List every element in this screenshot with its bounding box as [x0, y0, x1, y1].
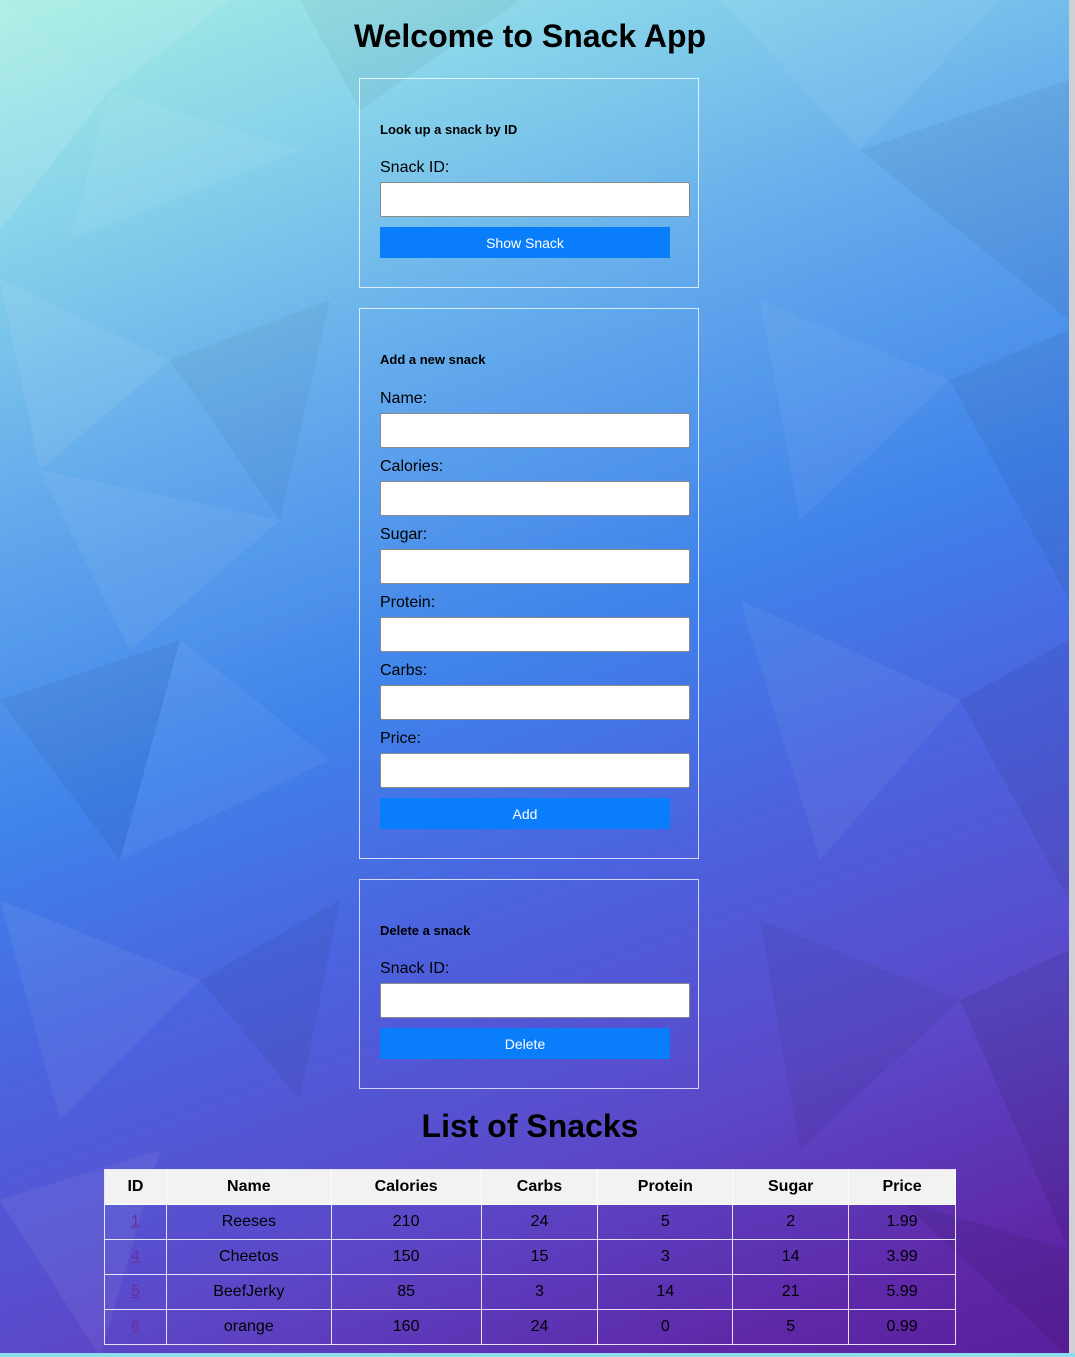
lookup-snack-id-input[interactable]	[380, 182, 690, 217]
table-row: 4 Cheetos 150 15 3 14 3.99	[104, 1239, 956, 1275]
snack-id-link[interactable]: 6	[131, 1318, 140, 1335]
name-input[interactable]	[380, 413, 690, 448]
cell-calories: 150	[330, 1239, 482, 1275]
cell-name: BeefJerky	[165, 1274, 332, 1310]
cell-name: orange	[165, 1309, 332, 1345]
delete-snack-id-label: Snack ID:	[380, 960, 450, 977]
cell-price: 3.99	[848, 1239, 956, 1275]
delete-button[interactable]: Delete	[380, 1028, 670, 1059]
carbs-input[interactable]	[380, 685, 690, 720]
column-header-sugar: Sugar	[732, 1169, 850, 1205]
protein-label: Protein:	[380, 594, 436, 611]
cell-price: 0.99	[848, 1309, 956, 1345]
column-header-carbs: Carbs	[480, 1169, 599, 1205]
cell-sugar: 2	[732, 1204, 850, 1240]
cell-price: 1.99	[848, 1204, 956, 1240]
add-heading: Add a new snack	[380, 352, 486, 367]
lookup-snack-id-label: Snack ID:	[380, 159, 450, 176]
snack-id-link[interactable]: 5	[131, 1283, 140, 1300]
cell-sugar: 21	[732, 1274, 850, 1310]
lookup-heading: Look up a snack by ID	[380, 122, 518, 137]
column-header-name: Name	[165, 1169, 332, 1205]
cell-protein: 0	[597, 1309, 734, 1345]
table-row: 1 Reeses 210 24 5 2 1.99	[104, 1204, 956, 1240]
delete-snack-panel: Delete a snack Snack ID: Delete	[359, 879, 699, 1089]
delete-heading: Delete a snack	[380, 923, 471, 938]
cell-carbs: 3	[480, 1274, 599, 1310]
snack-id-link[interactable]: 1	[131, 1213, 140, 1230]
cell-name: Reeses	[165, 1204, 332, 1240]
cell-carbs: 15	[480, 1239, 599, 1275]
carbs-label: Carbs:	[380, 662, 428, 679]
cell-sugar: 5	[732, 1309, 850, 1345]
add-snack-panel: Add a new snack Name: Calories: Sugar: P…	[359, 308, 699, 859]
column-header-protein: Protein	[597, 1169, 734, 1205]
cell-carbs: 24	[480, 1204, 599, 1240]
calories-input[interactable]	[380, 481, 690, 516]
name-label: Name:	[380, 390, 428, 407]
delete-snack-id-input[interactable]	[380, 983, 690, 1018]
snack-id-link[interactable]: 4	[131, 1248, 140, 1265]
cell-sugar: 14	[732, 1239, 850, 1275]
cell-calories: 85	[330, 1274, 482, 1310]
calories-label: Calories:	[380, 458, 444, 475]
window-edge	[1069, 0, 1075, 1357]
cell-price: 5.99	[848, 1274, 956, 1310]
table-header-row: ID Name Calories Carbs Protein Sugar Pri…	[104, 1169, 956, 1205]
cell-protein: 5	[597, 1204, 734, 1240]
cell-protein: 14	[597, 1274, 734, 1310]
page-content: Welcome to Snack App Look up a snack by …	[0, 0, 1069, 1357]
column-header-price: Price	[848, 1169, 956, 1205]
cell-protein: 3	[597, 1239, 734, 1275]
table-row: 6 orange 160 24 0 5 0.99	[104, 1309, 956, 1345]
protein-input[interactable]	[380, 617, 690, 652]
cell-id: 5	[104, 1274, 167, 1310]
show-snack-button[interactable]: Show Snack	[380, 227, 670, 258]
column-header-calories: Calories	[330, 1169, 482, 1205]
page-title: Welcome to Snack App	[353, 18, 707, 54]
snacks-table: ID Name Calories Carbs Protein Sugar Pri…	[104, 1169, 956, 1345]
add-button[interactable]: Add	[380, 798, 670, 829]
sugar-label: Sugar:	[380, 526, 428, 543]
lookup-snack-panel: Look up a snack by ID Snack ID: Show Sna…	[359, 78, 699, 288]
cell-id: 1	[104, 1204, 167, 1240]
sugar-input[interactable]	[380, 549, 690, 584]
column-header-id: ID	[104, 1169, 167, 1205]
cell-id: 6	[104, 1309, 167, 1345]
cell-calories: 160	[330, 1309, 482, 1345]
price-label: Price:	[380, 730, 421, 747]
cell-id: 4	[104, 1239, 167, 1275]
cell-calories: 210	[330, 1204, 482, 1240]
list-title: List of Snacks	[421, 1108, 639, 1144]
table-row: 5 BeefJerky 85 3 14 21 5.99	[104, 1274, 956, 1310]
cell-name: Cheetos	[165, 1239, 332, 1275]
cell-carbs: 24	[480, 1309, 599, 1345]
price-input[interactable]	[380, 753, 690, 788]
